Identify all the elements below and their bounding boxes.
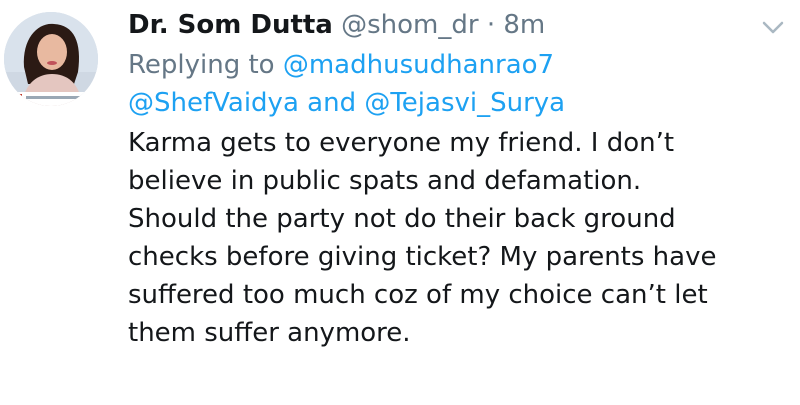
tweet-text-line: Should the party not do their back groun… (128, 204, 676, 234)
author-display-name[interactable]: Dr. Som Dutta (128, 10, 333, 40)
avatar[interactable] (4, 12, 98, 106)
tweet-text-line: believe in public spats and defamation. (128, 166, 642, 196)
tweet-text: Karma gets to everyone my friend. I don’… (128, 124, 768, 352)
tweet-text-line: Karma gets to everyone my friend. I don’… (128, 128, 675, 158)
tweet-timestamp[interactable]: 8m (503, 10, 545, 40)
replying-to: Replying to @madhusudhanrao7 @ShefVaidya… (128, 46, 768, 122)
author-handle[interactable]: @shom_dr (341, 10, 478, 40)
tweet-text-line: them suffer anymore. (128, 318, 411, 348)
replying-to-label: Replying to (128, 50, 275, 80)
mention-link[interactable]: @madhusudhanrao7 (283, 50, 554, 80)
separator-dot: · (486, 10, 496, 40)
mention-link[interactable]: @ShefVaidya (128, 88, 299, 118)
chevron-down-icon[interactable] (762, 20, 784, 34)
tweet-card: Dr. Som Dutta @shom_dr · 8m Replying to … (0, 0, 800, 405)
tweet-text-line: checks before giving ticket? My parents … (128, 242, 717, 272)
mention-link[interactable]: @Tejasvi_Surya (364, 88, 565, 118)
avatar-image (4, 12, 98, 106)
tweet-content: Dr. Som Dutta @shom_dr · 8m Replying to … (128, 8, 768, 352)
tweet-header: Dr. Som Dutta @shom_dr · 8m (128, 8, 768, 42)
tweet-text-line: suffered too much coz of my choice can’t… (128, 280, 708, 310)
mention-conjunction: and (307, 88, 357, 118)
